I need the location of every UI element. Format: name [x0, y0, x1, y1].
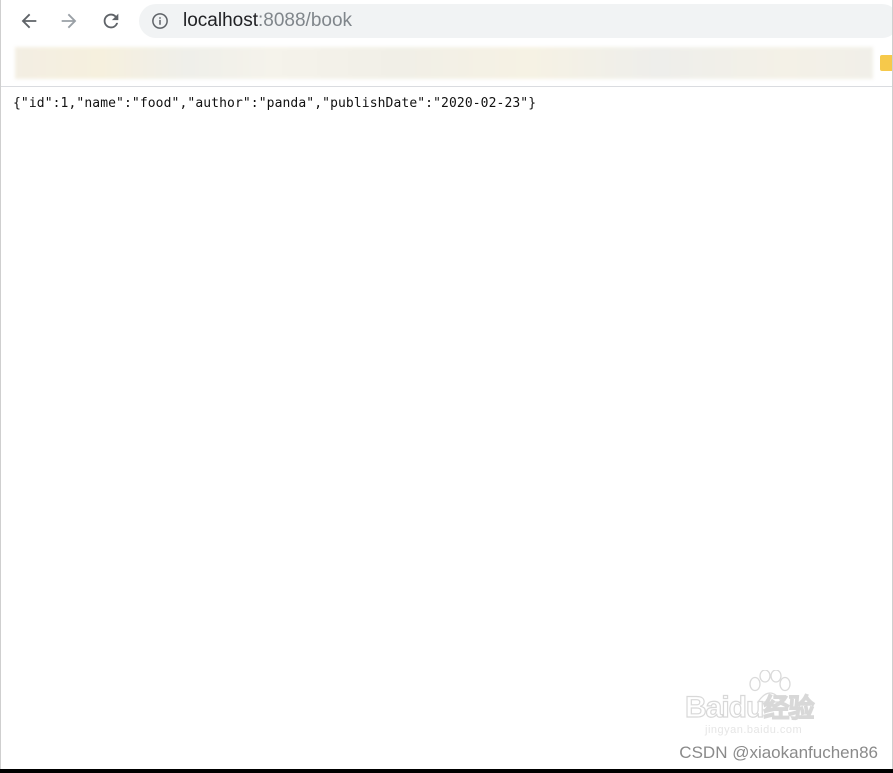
back-button[interactable] [13, 5, 45, 37]
baidu-logo: Baidu经验 [684, 688, 815, 725]
bookmarks-bar-blurred [15, 47, 873, 79]
info-icon[interactable] [151, 12, 169, 30]
browser-window: localhost:8088/book {"id":1,"name":"food… [0, 0, 893, 769]
page-content: {"id":1,"name":"food","author":"panda","… [1, 87, 892, 769]
forward-button[interactable] [53, 5, 85, 37]
baidu-url: jingyan.baidu.com [705, 724, 803, 736]
browser-toolbar: localhost:8088/book [1, 0, 892, 42]
reload-icon [103, 13, 119, 29]
csdn-watermark: CSDN @xiaokanfuchen86 [679, 743, 878, 762]
baidu-brand-text: 经验 [763, 692, 815, 723]
arrow-forward-icon [61, 13, 77, 29]
url-text[interactable]: localhost:8088/book [183, 4, 352, 38]
baidu-logo-text: Baidu [684, 690, 765, 724]
reload-button[interactable] [95, 5, 127, 37]
address-bar[interactable]: localhost:8088/book [139, 4, 892, 38]
url-host: localhost [183, 10, 258, 31]
bookmarks-bar [1, 42, 892, 87]
arrow-back-icon [21, 13, 37, 29]
url-path: :8088/book [258, 10, 353, 31]
folder-icon[interactable] [880, 55, 892, 71]
baidu-watermark: Baidu经验 jingyan.baidu.com [684, 670, 855, 736]
json-response: {"id":1,"name":"food","author":"panda","… [13, 96, 537, 111]
